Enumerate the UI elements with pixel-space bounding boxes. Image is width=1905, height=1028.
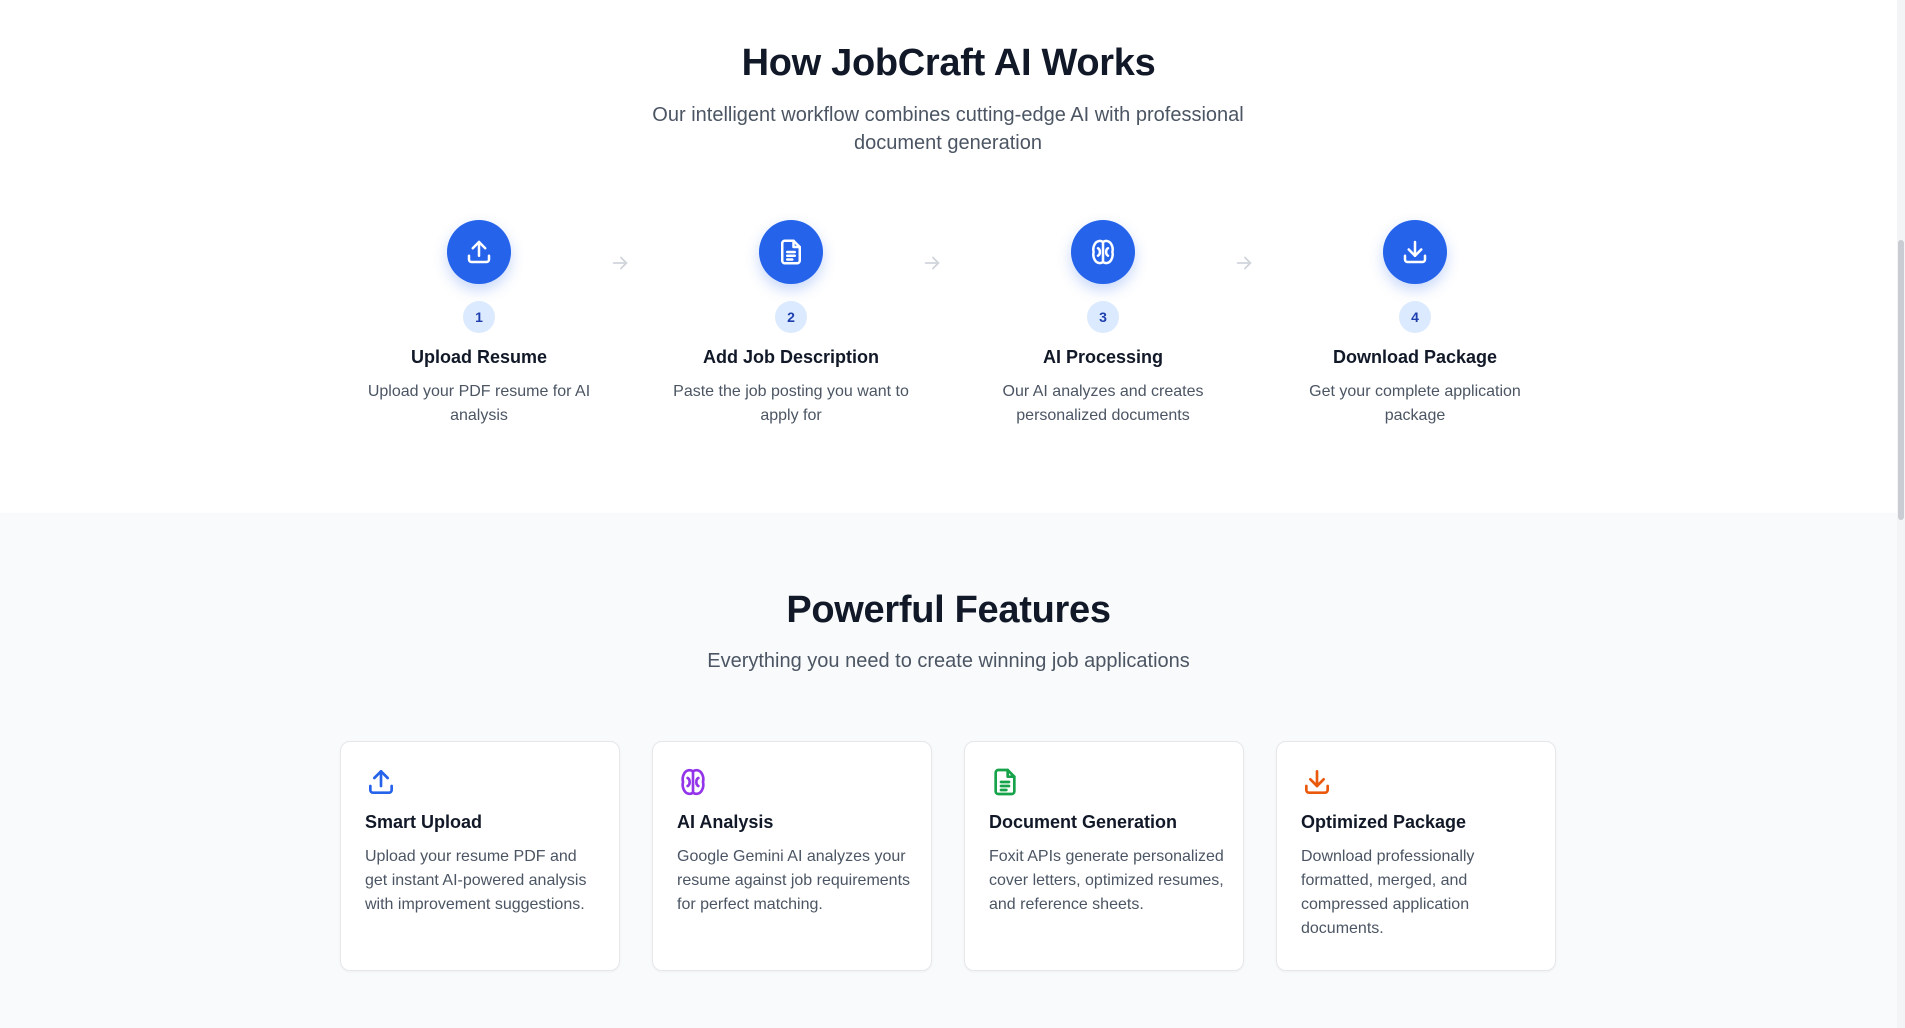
how-it-works-title: How JobCraft AI Works	[741, 42, 1156, 84]
feature-title: Smart Upload	[365, 812, 483, 832]
upload-icon	[365, 766, 397, 798]
how-it-works-subtitle: Our intelligent workflow combines cuttin…	[652, 104, 1244, 154]
step-description: Get your complete application package	[1309, 383, 1521, 424]
step-title: Upload Resume	[410, 347, 548, 367]
upload-icon	[447, 220, 511, 284]
arrow-right-icon	[612, 256, 628, 270]
brain-icon	[677, 766, 709, 798]
step-description: Paste the job posting you want to apply …	[673, 383, 909, 424]
step-number-badge: 3	[1087, 301, 1119, 333]
features-subtitle: Everything you need to create winning jo…	[707, 650, 1190, 672]
download-icon	[1383, 220, 1447, 284]
step-title: Add Job Description	[702, 347, 879, 367]
step-description: Upload your PDF resume for AI analysis	[367, 383, 591, 424]
scrollbar-thumb[interactable]	[1898, 240, 1904, 520]
page-scrollbar[interactable]	[1897, 0, 1905, 1028]
arrow-right-icon	[1236, 256, 1252, 270]
brain-icon	[1071, 220, 1135, 284]
document-icon	[759, 220, 823, 284]
step-title: Download Package	[1332, 347, 1498, 367]
download-icon	[1301, 766, 1333, 798]
feature-description: Google Gemini AI analyzes your resume ag…	[677, 848, 911, 913]
features-title: Powerful Features	[786, 589, 1111, 631]
step-title: AI Processing	[1042, 347, 1164, 367]
step-description: Our AI analyzes and creates personalized…	[1002, 383, 1204, 424]
how-it-works-section: How JobCraft AI Works Our intelligent wo…	[0, 0, 1897, 513]
feature-description: Upload your resume PDF and get instant A…	[365, 848, 587, 913]
step-number-badge: 4	[1399, 301, 1431, 333]
feature-title: AI Analysis	[677, 812, 774, 832]
feature-description: Download professionally formatted, merge…	[1301, 848, 1475, 937]
feature-card-document-generation: Document Generation Foxit APIs generate …	[964, 741, 1244, 971]
step-download-package: 4 Download Package Get your complete app…	[1285, 220, 1545, 428]
feature-card-smart-upload: Smart Upload Upload your resume PDF and …	[340, 741, 620, 971]
step-number-badge: 1	[463, 301, 495, 333]
feature-description: Foxit APIs generate personalized cover l…	[989, 848, 1224, 913]
feature-title: Optimized Package	[1301, 812, 1467, 832]
feature-title: Document Generation	[989, 812, 1178, 832]
arrow-right-icon	[924, 256, 940, 270]
step-add-job-description: 2 Add Job Description Paste the job post…	[661, 220, 921, 428]
feature-card-ai-analysis: AI Analysis Google Gemini AI analyzes yo…	[652, 741, 932, 971]
page: How JobCraft AI Works Our intelligent wo…	[0, 0, 1905, 1028]
step-number-badge: 2	[775, 301, 807, 333]
feature-card-optimized-package: Optimized Package Download professionall…	[1276, 741, 1556, 971]
step-ai-processing: 3 AI Processing Our AI analyzes and crea…	[973, 220, 1233, 428]
step-upload-resume: 1 Upload Resume Upload your PDF resume f…	[349, 220, 609, 428]
document-icon	[989, 766, 1021, 798]
features-section: Powerful Features Everything you need to…	[0, 513, 1897, 1028]
